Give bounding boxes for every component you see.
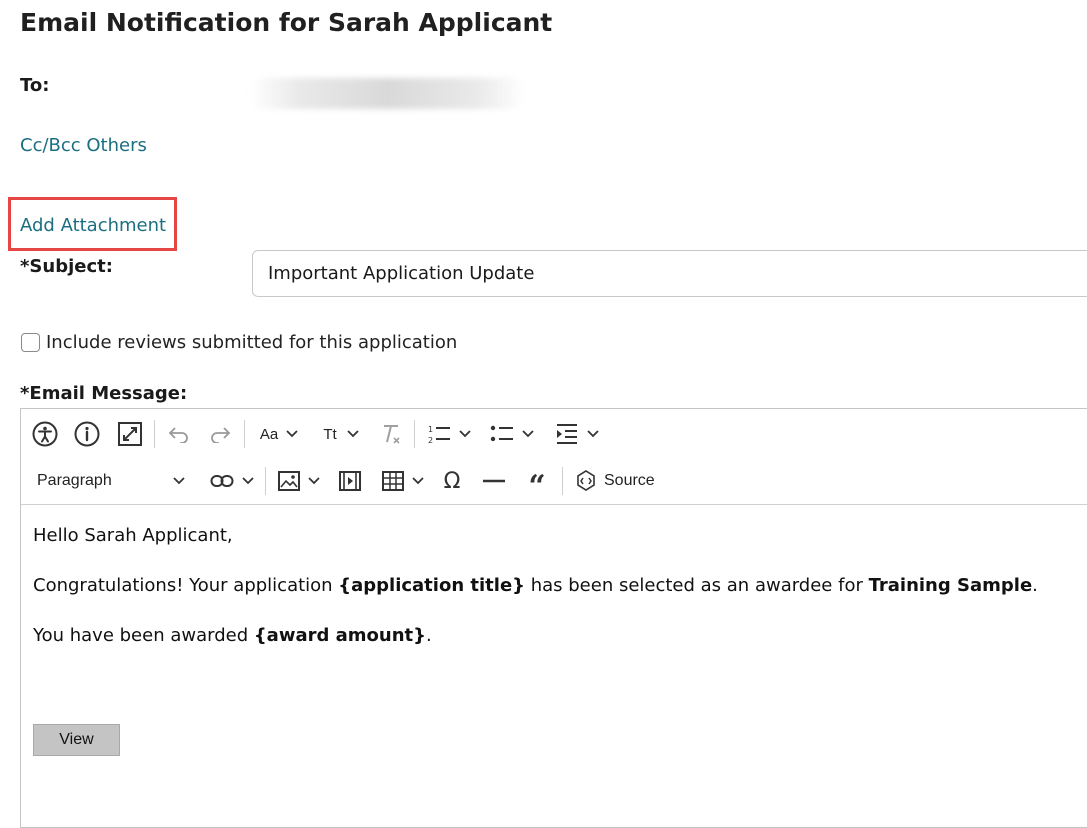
media-embed-icon[interactable] (335, 465, 365, 497)
indent-dropdown[interactable] (551, 418, 603, 450)
view-button[interactable]: View (33, 724, 120, 756)
subject-input[interactable]: Important Application Update (252, 250, 1087, 297)
training-sample-text: Training Sample (868, 575, 1033, 596)
source-button[interactable]: Source (574, 465, 664, 497)
to-recipient-redacted (250, 78, 525, 109)
chevron-down-icon (347, 430, 359, 438)
blockquote-icon[interactable]: “ (522, 465, 552, 504)
paragraph-format-dropdown[interactable]: Paragraph (29, 465, 191, 497)
to-label: To: (20, 75, 50, 96)
svg-text:2: 2 (428, 436, 433, 445)
toolbar-separator (265, 467, 266, 495)
redo-icon[interactable] (204, 418, 236, 450)
editor-content[interactable]: Hello Sarah Applicant, Congratulations! … (33, 524, 1038, 674)
toolbar-separator (244, 420, 245, 448)
image-icon (278, 471, 300, 491)
numbered-list-icon: 12 (428, 425, 450, 445)
include-reviews-checkbox[interactable] (21, 333, 40, 352)
accessibility-icon[interactable] (29, 418, 61, 450)
info-icon[interactable] (71, 418, 103, 450)
rich-text-editor[interactable]: Aa Tt 12 Paragraph Ω “ Source Hello Sara… (20, 408, 1087, 828)
page-title: Email Notification for Sarah Applicant (20, 8, 553, 37)
numbered-list-dropdown[interactable]: 12 (423, 418, 475, 450)
toolbar-separator (154, 420, 155, 448)
toolbar-separator (414, 420, 415, 448)
paragraph-label: Paragraph (37, 472, 112, 489)
chevron-down-icon (587, 430, 599, 438)
remove-format-icon[interactable] (375, 418, 407, 450)
chevron-down-icon (286, 430, 298, 438)
source-label: Source (604, 472, 655, 489)
indent-icon (557, 424, 577, 444)
link-dropdown[interactable] (206, 465, 258, 497)
font-size-icon: Aa (259, 425, 279, 443)
award-amount-token: {award amount} (253, 625, 426, 646)
font-size-dropdown[interactable]: Aa (253, 418, 305, 450)
subject-label: *Subject: (20, 256, 113, 277)
email-message-label: *Email Message: (20, 383, 188, 404)
source-icon (577, 470, 595, 491)
chevron-down-icon (242, 477, 254, 485)
bulleted-list-icon (490, 425, 513, 442)
include-reviews-label: Include reviews submitted for this appli… (46, 332, 458, 353)
svg-text:1: 1 (428, 425, 433, 434)
cc-bcc-link[interactable]: Cc/Bcc Others (20, 135, 147, 156)
text-transform-dropdown[interactable]: Tt (316, 418, 366, 450)
content-paragraph-1: Congratulations! Your application {appli… (33, 575, 1038, 596)
content-paragraph-2: You have been awarded {award amount}. (33, 625, 432, 646)
horizontal-line-icon[interactable] (479, 465, 509, 497)
toolbar-divider (21, 504, 1087, 505)
table-icon (382, 471, 404, 491)
content-greeting: Hello Sarah Applicant, (33, 525, 233, 546)
link-icon (210, 475, 234, 487)
chevron-down-icon (522, 430, 534, 438)
chevron-down-icon (412, 477, 424, 485)
table-dropdown[interactable] (377, 465, 429, 497)
chevron-down-icon (308, 477, 320, 485)
special-characters-icon[interactable]: Ω (437, 465, 467, 497)
application-title-token: {application title} (338, 575, 525, 596)
chevron-down-icon (173, 477, 185, 485)
chevron-down-icon (459, 430, 471, 438)
highlight-box (8, 197, 177, 251)
fullscreen-icon[interactable] (114, 418, 146, 450)
image-dropdown[interactable] (273, 465, 325, 497)
undo-icon[interactable] (163, 418, 195, 450)
toolbar-separator (562, 467, 563, 495)
text-transform-icon: Tt (323, 425, 337, 443)
bulleted-list-dropdown[interactable] (486, 418, 538, 450)
